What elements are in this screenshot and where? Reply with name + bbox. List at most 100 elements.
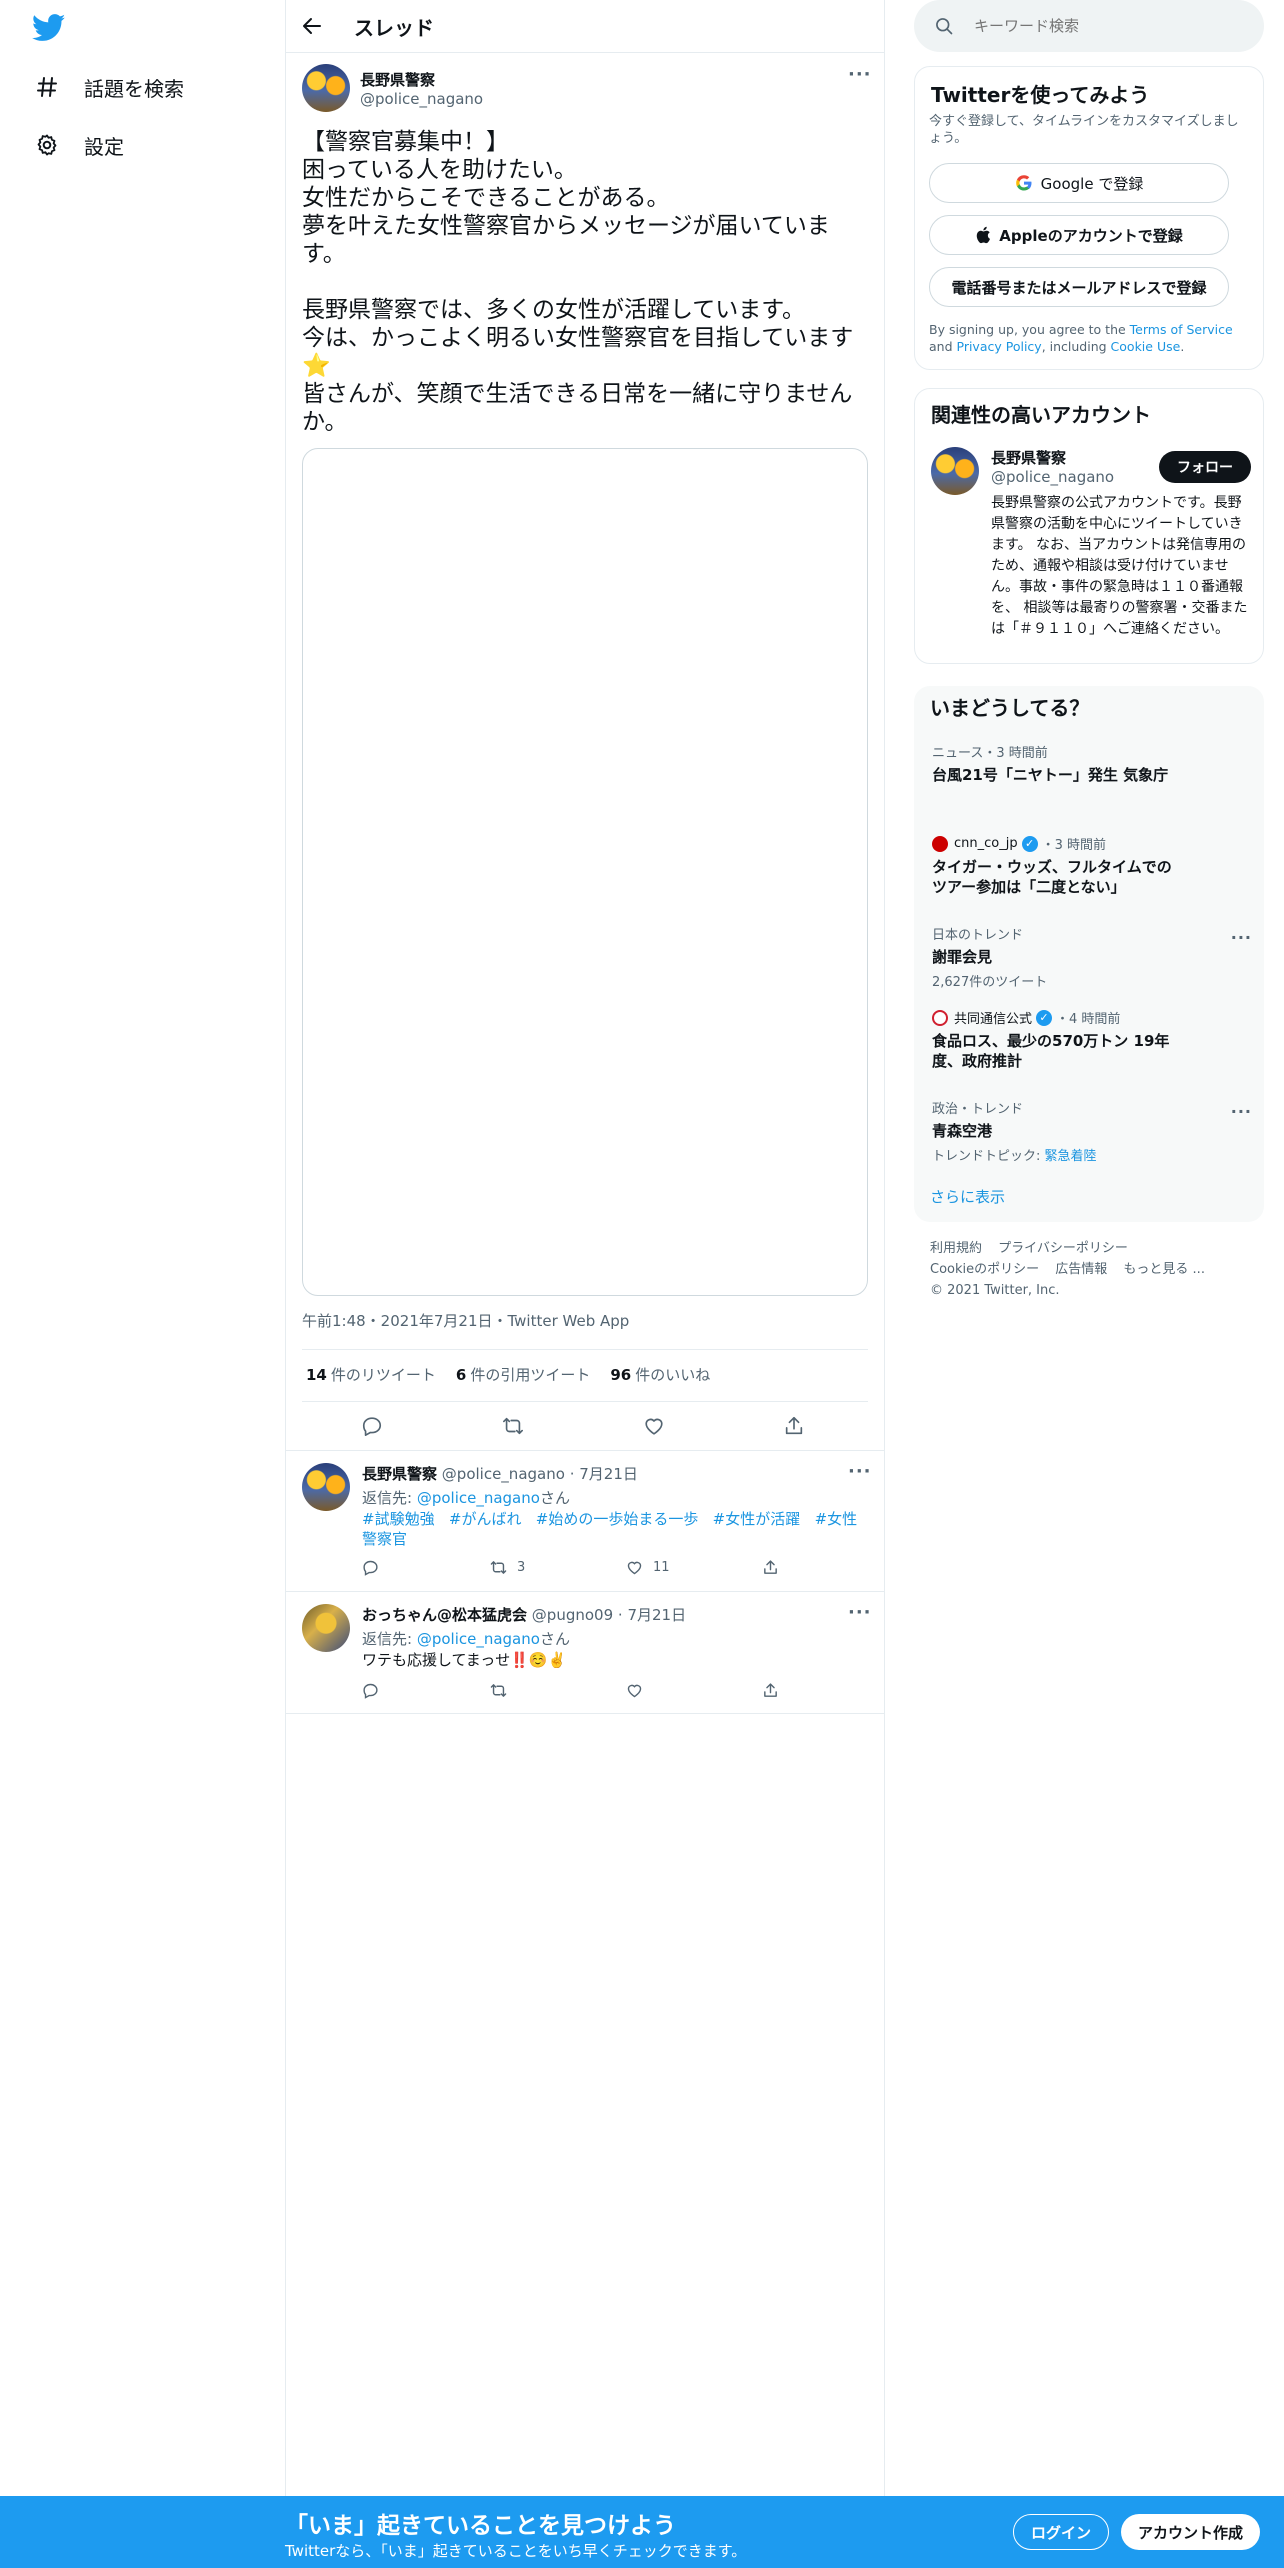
signup-card: Twitterを使ってみよう 今すぐ登録して、タイムラインをカスタマイズしましょ… [914, 66, 1264, 370]
signup-subtitle: 今すぐ登録して、タイムラインをカスタマイズしましょう。 [929, 114, 1239, 146]
reply-display-name[interactable]: おっちゃん@松本猛虎会 [362, 1606, 527, 1624]
reply-to-link[interactable]: @police_nagano [417, 1630, 540, 1648]
retweet-count[interactable]: 14 件のリツイート [306, 1364, 436, 1385]
retweet-count: 3 [517, 1560, 526, 1575]
bottom-signup-bar: 「いま」起きていることを見つけよう Twitterなら、「いま」起きていることを… [0, 2496, 1284, 2568]
search-input[interactable] [974, 17, 1234, 35]
reply-tweet[interactable]: おっちゃん@松本猛虎会 @pugno09 · 7月21日 ··· 返信先: @p… [286, 1592, 884, 1714]
trend-title: 食品ロス、最少の570万トン 19年度、政府推計 [932, 1032, 1170, 1070]
reply-hashtags: #試験勉強 #がんばれ #始めの一歩始まる一歩 #女性が活躍 #女性警察官 [362, 1509, 872, 1549]
avatar[interactable] [302, 1604, 350, 1652]
reply-date[interactable]: 7月21日 [627, 1606, 686, 1624]
footer-links: 利用規約 プライバシーポリシー Cookieのポリシー 広告情報 もっと見る .… [930, 1238, 1250, 1301]
reply-icon[interactable] [361, 1415, 383, 1437]
heart-icon[interactable] [643, 1415, 665, 1437]
retweet-button[interactable] [490, 1682, 517, 1699]
reply-to-link[interactable]: @police_nagano [417, 1489, 540, 1507]
follow-button[interactable]: フォロー [1159, 451, 1251, 483]
nav-explore-label: 話題を検索 [84, 76, 184, 101]
like-count[interactable]: 96 件のいいね [610, 1364, 710, 1385]
apple-signup-button[interactable]: Appleのアカウントで登録 [929, 215, 1229, 255]
reply-date[interactable]: 7月21日 [579, 1465, 638, 1483]
reply-tweet[interactable]: 長野県警察 @police_nagano · 7月21日 ··· 返信先: @p… [286, 1451, 884, 1592]
footer-link[interactable]: もっと見る ... [1123, 1262, 1205, 1277]
show-more-link[interactable]: さらに表示 [930, 1186, 1005, 1207]
related-display-name[interactable]: 長野県警察 [991, 447, 1114, 468]
hashtag-link[interactable]: #がんばれ [449, 1510, 522, 1528]
more-options-icon[interactable]: ··· [848, 1602, 872, 1623]
heart-icon [627, 1561, 642, 1575]
related-bio: 長野県警察の公式アカウントです。長野県警察の活動を中心にツイートしていきます。 … [991, 495, 1248, 637]
tweet-timestamp[interactable]: 午前1:48・2021年7月21日・Twitter Web App [302, 1310, 629, 1331]
share-button[interactable] [762, 1559, 789, 1576]
trend-tweet-count: 2,627件のツイート [932, 975, 1048, 990]
trend-item[interactable]: 日本のトレンド 謝罪会見 2,627件のツイート ··· [932, 924, 1252, 990]
share-icon [764, 1683, 777, 1697]
retweet-icon[interactable] [502, 1415, 524, 1437]
search-bar[interactable] [914, 0, 1264, 52]
like-button[interactable]: 11 [626, 1559, 670, 1576]
retweet-button[interactable]: 3 [490, 1559, 525, 1576]
trend-item[interactable]: ニュース・3 時間前 台風21号「ニヤトー」発生 気象庁 [932, 742, 1252, 785]
cnn-logo-icon [932, 835, 948, 852]
footer-link[interactable]: Cookieのポリシー [930, 1262, 1039, 1277]
bottom-bar-title: 「いま」起きていることを見つけよう [285, 2513, 676, 2539]
footer-link[interactable]: プライバシーポリシー [998, 1241, 1128, 1256]
google-signup-label: Google で登録 [1040, 174, 1144, 193]
left-nav: 話題を検索 設定 [0, 0, 285, 2568]
hashtag-link[interactable]: #女性が活躍 [713, 1510, 801, 1528]
reply-handle[interactable]: @police_nagano [442, 1465, 565, 1483]
tweet-stats: 14 件のリツイート 6 件の引用ツイート 96 件のいいね [306, 1364, 710, 1385]
share-icon[interactable] [783, 1415, 805, 1437]
avatar[interactable] [302, 64, 350, 112]
like-count: 11 [653, 1560, 670, 1575]
trend-category: ニュース・3 時間前 [932, 746, 1048, 761]
more-options-icon[interactable]: ··· [1231, 928, 1252, 947]
twitter-logo-icon[interactable] [31, 14, 66, 42]
tweet-line: 皆さんが、笑顔で生活できる日常を一緒に守りませんか。 [302, 381, 853, 435]
tweet-author[interactable]: 長野県警察 @police_nagano [302, 64, 483, 112]
trend-category: ・3 時間前 [1041, 838, 1106, 853]
footer-link[interactable]: 利用規約 [930, 1241, 982, 1256]
google-signup-button[interactable]: Google で登録 [929, 163, 1229, 203]
hashtag-link[interactable]: #始めの一歩始まる一歩 [536, 1510, 699, 1528]
retweet-icon [490, 1684, 507, 1697]
nav-settings[interactable]: 設定 [32, 125, 124, 165]
reply-button[interactable] [362, 1559, 389, 1576]
more-options-icon[interactable]: ··· [1231, 1102, 1252, 1121]
create-account-button[interactable]: アカウント作成 [1121, 2514, 1260, 2550]
share-button[interactable] [762, 1682, 789, 1699]
back-arrow-icon[interactable] [302, 16, 322, 36]
avatar[interactable] [302, 1463, 350, 1511]
quote-count[interactable]: 6 件の引用ツイート [456, 1364, 590, 1385]
footer-link[interactable]: 広告情報 [1055, 1262, 1107, 1277]
nav-explore[interactable]: 話題を検索 [32, 67, 184, 107]
more-options-icon[interactable]: ··· [848, 1461, 872, 1482]
reply-button[interactable] [362, 1682, 389, 1699]
trend-topic-link[interactable]: 緊急着陸 [1045, 1149, 1097, 1164]
more-options-icon[interactable]: ··· [848, 64, 872, 85]
author-handle[interactable]: @police_nagano [360, 90, 483, 108]
trend-item[interactable]: cnn_co_jp ✓ ・3 時間前 タイガー・ウッズ、フルタイムでのツアー参加… [932, 834, 1252, 897]
trend-item[interactable]: 共同通信公式 ✓ ・4 時間前 食品ロス、最少の570万トン 19年度、政府推計 [932, 1008, 1252, 1071]
related-account-names[interactable]: 長野県警察 @police_nagano [991, 447, 1114, 486]
tweet-line: 困っている人を助けたい。 [302, 157, 577, 183]
bottom-bar-subtitle: Twitterなら、「いま」起きていることをいち早くチェックできます。 [285, 2542, 747, 2560]
hashtag-icon [32, 72, 62, 102]
login-button[interactable]: ログイン [1013, 2514, 1109, 2550]
like-button[interactable] [626, 1682, 653, 1699]
privacy-link[interactable]: Privacy Policy [957, 339, 1042, 354]
trend-item[interactable]: 政治・トレンド 青森空港 トレンドトピック: 緊急着陸 ··· [932, 1098, 1252, 1164]
terms-link[interactable]: Terms of Service [1130, 322, 1233, 337]
heart-icon [627, 1684, 642, 1698]
author-display-name[interactable]: 長野県警察 [360, 69, 483, 90]
phone-email-signup-button[interactable]: 電話番号またはメールアドレスで登録 [929, 267, 1229, 307]
reply-icon [363, 1683, 378, 1699]
reply-handle[interactable]: @pugno09 [532, 1606, 613, 1624]
reply-display-name[interactable]: 長野県警察 [362, 1465, 437, 1483]
hashtag-link[interactable]: #試験勉強 [362, 1510, 435, 1528]
related-handle[interactable]: @police_nagano [991, 468, 1114, 486]
cookie-link[interactable]: Cookie Use [1111, 339, 1181, 354]
tweet-media[interactable] [302, 448, 868, 1296]
avatar[interactable] [931, 447, 979, 495]
